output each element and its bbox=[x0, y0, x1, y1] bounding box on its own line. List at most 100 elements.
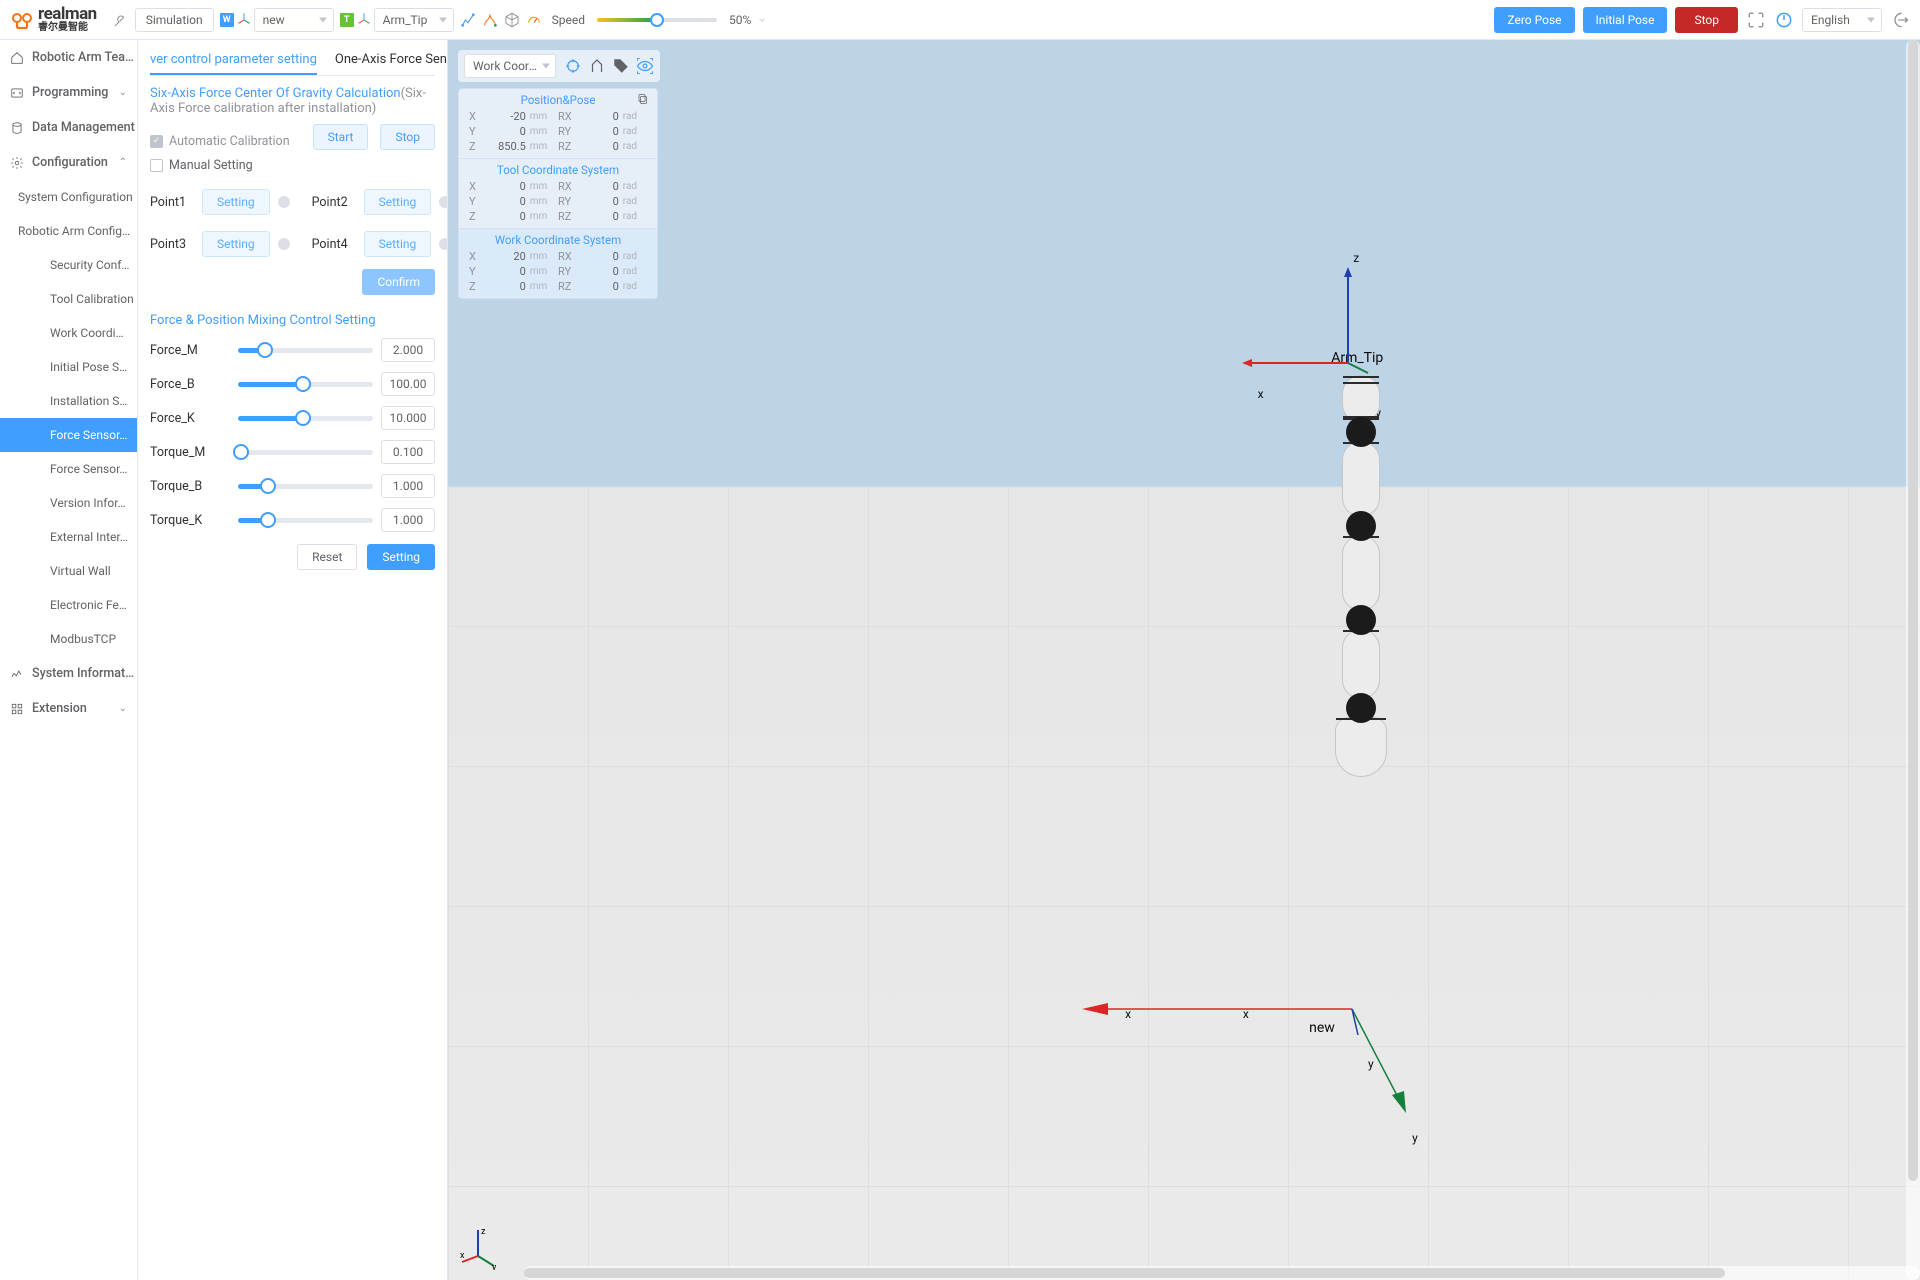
pose-readout: Position&Pose X-20mmRX0radY0mmRY0radZ850… bbox=[458, 88, 658, 299]
floor-grid bbox=[448, 486, 1920, 1280]
view-cube-axes[interactable]: z x y bbox=[460, 1226, 504, 1270]
work-frame-select[interactable]: new bbox=[254, 8, 334, 32]
apply-setting-button[interactable]: Setting bbox=[367, 544, 435, 570]
param-input[interactable] bbox=[381, 508, 435, 532]
point4-setting-button[interactable]: Setting bbox=[364, 231, 432, 257]
work-frame-badge: W bbox=[220, 13, 234, 27]
speed-label: Speed bbox=[552, 13, 585, 27]
nav-extension[interactable]: Extension⌄ bbox=[0, 691, 137, 726]
nav-data-mgmt[interactable]: Data Management bbox=[0, 110, 137, 145]
point2-status-dot bbox=[439, 196, 448, 208]
viewport-scrollbar-vertical[interactable] bbox=[1906, 40, 1920, 1280]
param-slider[interactable] bbox=[238, 416, 373, 421]
param-row-Torque_M: Torque_M bbox=[150, 440, 435, 464]
tool-frame-axes-icon bbox=[356, 12, 372, 28]
stop-button[interactable]: Stop bbox=[1675, 7, 1738, 33]
tab-param-setting[interactable]: ver control parameter setting bbox=[150, 46, 317, 75]
param-label: Torque_M bbox=[150, 445, 230, 460]
vp-robot-icon[interactable] bbox=[588, 57, 606, 75]
point2-label: Point2 bbox=[312, 195, 356, 210]
vp-tag-icon[interactable] bbox=[612, 57, 630, 75]
nav-virtual-wall[interactable]: Virtual Wall bbox=[0, 554, 137, 588]
nav-tool-cal[interactable]: Tool Calibration bbox=[0, 282, 137, 316]
param-input[interactable] bbox=[381, 440, 435, 464]
point1-setting-button[interactable]: Setting bbox=[202, 189, 270, 215]
tip-axes-gizmo bbox=[1228, 263, 1368, 383]
power-icon[interactable] bbox=[1774, 10, 1794, 30]
point3-setting-button[interactable]: Setting bbox=[202, 231, 270, 257]
nav-sysinfo[interactable]: System Informat… bbox=[0, 656, 137, 691]
param-input[interactable] bbox=[381, 474, 435, 498]
nav-efence[interactable]: Electronic Fe… bbox=[0, 588, 137, 622]
viewport-frame-select[interactable]: Work Coordi… bbox=[464, 54, 556, 78]
tab-one-axis[interactable]: One-Axis Force Sensor bbox=[335, 46, 448, 75]
language-select[interactable]: English bbox=[1802, 8, 1882, 32]
nav-force-sensor2[interactable]: Force Sensor… bbox=[0, 452, 137, 486]
param-slider[interactable] bbox=[238, 484, 373, 489]
param-label: Torque_B bbox=[150, 479, 230, 494]
speed-slider[interactable] bbox=[597, 18, 717, 22]
left-nav: Robotic Arm Tea… Programming⌄ Data Manag… bbox=[0, 40, 138, 1280]
confirm-button[interactable]: Confirm bbox=[362, 269, 435, 295]
logout-icon[interactable] bbox=[1890, 10, 1910, 30]
fp-section-title: Force & Position Mixing Control Setting bbox=[150, 313, 435, 328]
svg-text:y: y bbox=[492, 1263, 497, 1270]
point4-status-dot bbox=[439, 238, 448, 250]
nav-version[interactable]: Version Infor… bbox=[0, 486, 137, 520]
param-input[interactable] bbox=[381, 406, 435, 430]
path-icon[interactable] bbox=[482, 12, 498, 28]
nav-initial-pose[interactable]: Initial Pose S… bbox=[0, 350, 137, 384]
point1-status-dot bbox=[278, 196, 290, 208]
nav-external[interactable]: External Inter… bbox=[0, 520, 137, 554]
nav-security[interactable]: Security Conf… bbox=[0, 248, 137, 282]
nav-programming[interactable]: Programming⌄ bbox=[0, 75, 137, 110]
nav-arm-config[interactable]: Robotic Arm Config…⌃ bbox=[0, 214, 137, 248]
stop-calibration-button[interactable]: Stop bbox=[380, 124, 435, 150]
initial-pose-button[interactable]: Initial Pose bbox=[1583, 7, 1668, 33]
param-input[interactable] bbox=[381, 372, 435, 396]
param-label: Force_K bbox=[150, 411, 230, 426]
svg-text:z: z bbox=[481, 1227, 486, 1237]
point2-setting-button[interactable]: Setting bbox=[364, 189, 432, 215]
param-slider[interactable] bbox=[238, 382, 373, 387]
cube-icon[interactable] bbox=[504, 12, 520, 28]
param-row-Torque_B: Torque_B bbox=[150, 474, 435, 498]
param-slider[interactable] bbox=[238, 518, 373, 523]
fullscreen-icon[interactable] bbox=[1746, 10, 1766, 30]
tool-frame-select[interactable]: Arm_Tip bbox=[374, 8, 454, 32]
copy-icon[interactable] bbox=[637, 93, 649, 105]
cg-section-title: Six-Axis Force Center Of Gravity Calcula… bbox=[150, 86, 435, 116]
param-slider[interactable] bbox=[238, 348, 373, 353]
vp-target-icon[interactable] bbox=[564, 57, 582, 75]
param-label: Force_M bbox=[150, 343, 230, 358]
simulation-button[interactable]: Simulation bbox=[135, 8, 214, 32]
reset-button[interactable]: Reset bbox=[297, 544, 357, 570]
nav-work-coord[interactable]: Work Coordi… bbox=[0, 316, 137, 350]
viewport-scrollbar-horizontal[interactable] bbox=[524, 1266, 1920, 1280]
wrench-icon bbox=[113, 12, 129, 28]
toolcs-title: Tool Coordinate System bbox=[467, 163, 649, 177]
start-button[interactable]: Start bbox=[313, 124, 369, 150]
nav-configuration[interactable]: Configuration⌃ bbox=[0, 145, 137, 180]
vp-eye-icon[interactable] bbox=[636, 57, 654, 75]
nav-install[interactable]: Installation S… bbox=[0, 384, 137, 418]
param-row-Force_K: Force_K bbox=[150, 406, 435, 430]
nav-force-sensor-active[interactable]: Force Sensor… bbox=[0, 418, 137, 452]
3d-viewport[interactable]: Work Coordi… Position&Pose X-20mmRX0radY… bbox=[448, 40, 1920, 1280]
brand-logo: realman睿尔曼智能 bbox=[10, 6, 97, 33]
zero-pose-button[interactable]: Zero Pose bbox=[1494, 7, 1574, 33]
param-label: Force_B bbox=[150, 377, 230, 392]
axis-y3-label: y bbox=[1412, 1131, 1418, 1145]
param-input[interactable] bbox=[381, 338, 435, 362]
chevron-down-icon[interactable] bbox=[757, 12, 767, 28]
param-slider[interactable] bbox=[238, 450, 373, 455]
settings-panel: ver control parameter setting One-Axis F… bbox=[138, 40, 448, 1280]
panel-tabs: ver control parameter setting One-Axis F… bbox=[150, 46, 435, 76]
nav-teach[interactable]: Robotic Arm Tea… bbox=[0, 40, 137, 75]
auto-cal-checkbox[interactable]: ✓Automatic Calibration bbox=[150, 134, 290, 149]
nav-modbus[interactable]: ModbusTCP bbox=[0, 622, 137, 656]
manual-setting-checkbox[interactable]: Manual Setting bbox=[150, 158, 435, 173]
linkage-icon[interactable] bbox=[460, 12, 476, 28]
nav-sys-config[interactable]: System Configuration bbox=[0, 180, 137, 214]
point1-label: Point1 bbox=[150, 195, 194, 210]
